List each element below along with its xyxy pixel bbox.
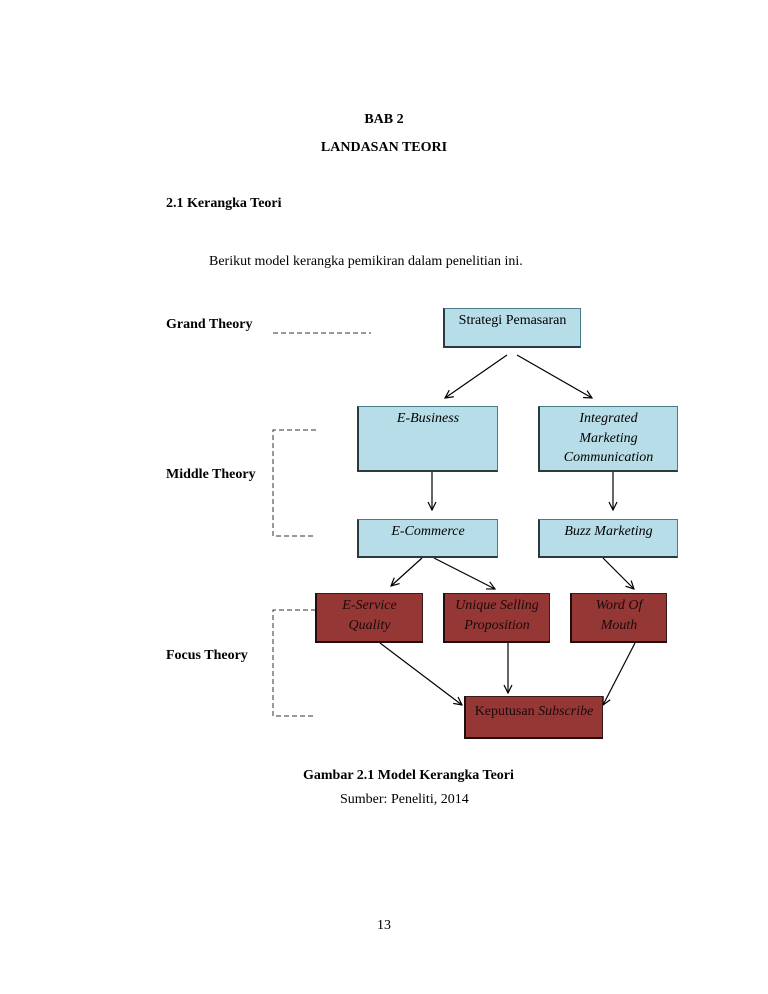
node-esq-line2: Quality [348, 617, 391, 633]
arrow-buzz-wom [602, 557, 634, 589]
node-e-commerce: E-Commerce [357, 519, 498, 558]
page-number: 13 [377, 918, 391, 933]
node-imc-line1: Integrated [579, 411, 638, 426]
node-buzz-marketing-label: Buzz Marketing [564, 524, 653, 539]
diagram-connectors [272, 332, 636, 717]
node-strategi-pemasaran-label: Strategi Pemasaran [458, 313, 567, 328]
figure-source: Sumber: Peneliti, 2014 [340, 792, 469, 807]
node-usp-line2: Proposition [464, 617, 530, 633]
node-e-service-quality: E-Service Quality [315, 593, 423, 643]
arrow-strategi-ebusiness [445, 354, 508, 398]
arrow-ecommerce-esq [391, 557, 423, 586]
node-e-business-label: E-Business [396, 411, 460, 426]
node-imc-line3: Communication [563, 450, 654, 465]
arrow-wom-decision [603, 642, 636, 705]
node-keputusan-subscribe: Keputusan Subscribe [464, 696, 603, 739]
arrow-ecommerce-usp [433, 557, 495, 589]
node-usp-line1: Unique Selling [455, 598, 539, 613]
focus-theory-bracket [272, 609, 316, 717]
node-esq-line1: E-Service [342, 598, 397, 613]
node-e-commerce-label: E-Commerce [391, 524, 465, 539]
node-strategi-pemasaran: Strategi Pemasaran [443, 308, 581, 348]
figure-caption: Gambar 2.1 Model Kerangka Teori [303, 768, 514, 783]
node-wom-line2: Mouth [600, 617, 638, 633]
node-unique-selling-proposition: Unique Selling Proposition [443, 593, 550, 643]
arrow-esq-decision [379, 642, 462, 705]
node-imc-line2: Marketing [579, 430, 638, 446]
middle-theory-bracket [272, 429, 316, 537]
node-decision-italic: Subscribe [538, 704, 594, 719]
node-decision-plain: Keputusan [474, 704, 539, 719]
arrow-strategi-imc [516, 354, 592, 398]
node-integrated-marketing-communication: Integrated Marketing Communication [538, 406, 678, 472]
node-e-business: E-Business [357, 406, 498, 472]
node-wom-line1: Word Of [595, 598, 643, 613]
node-word-of-mouth: Word Of Mouth [570, 593, 667, 643]
node-buzz-marketing: Buzz Marketing [538, 519, 678, 558]
